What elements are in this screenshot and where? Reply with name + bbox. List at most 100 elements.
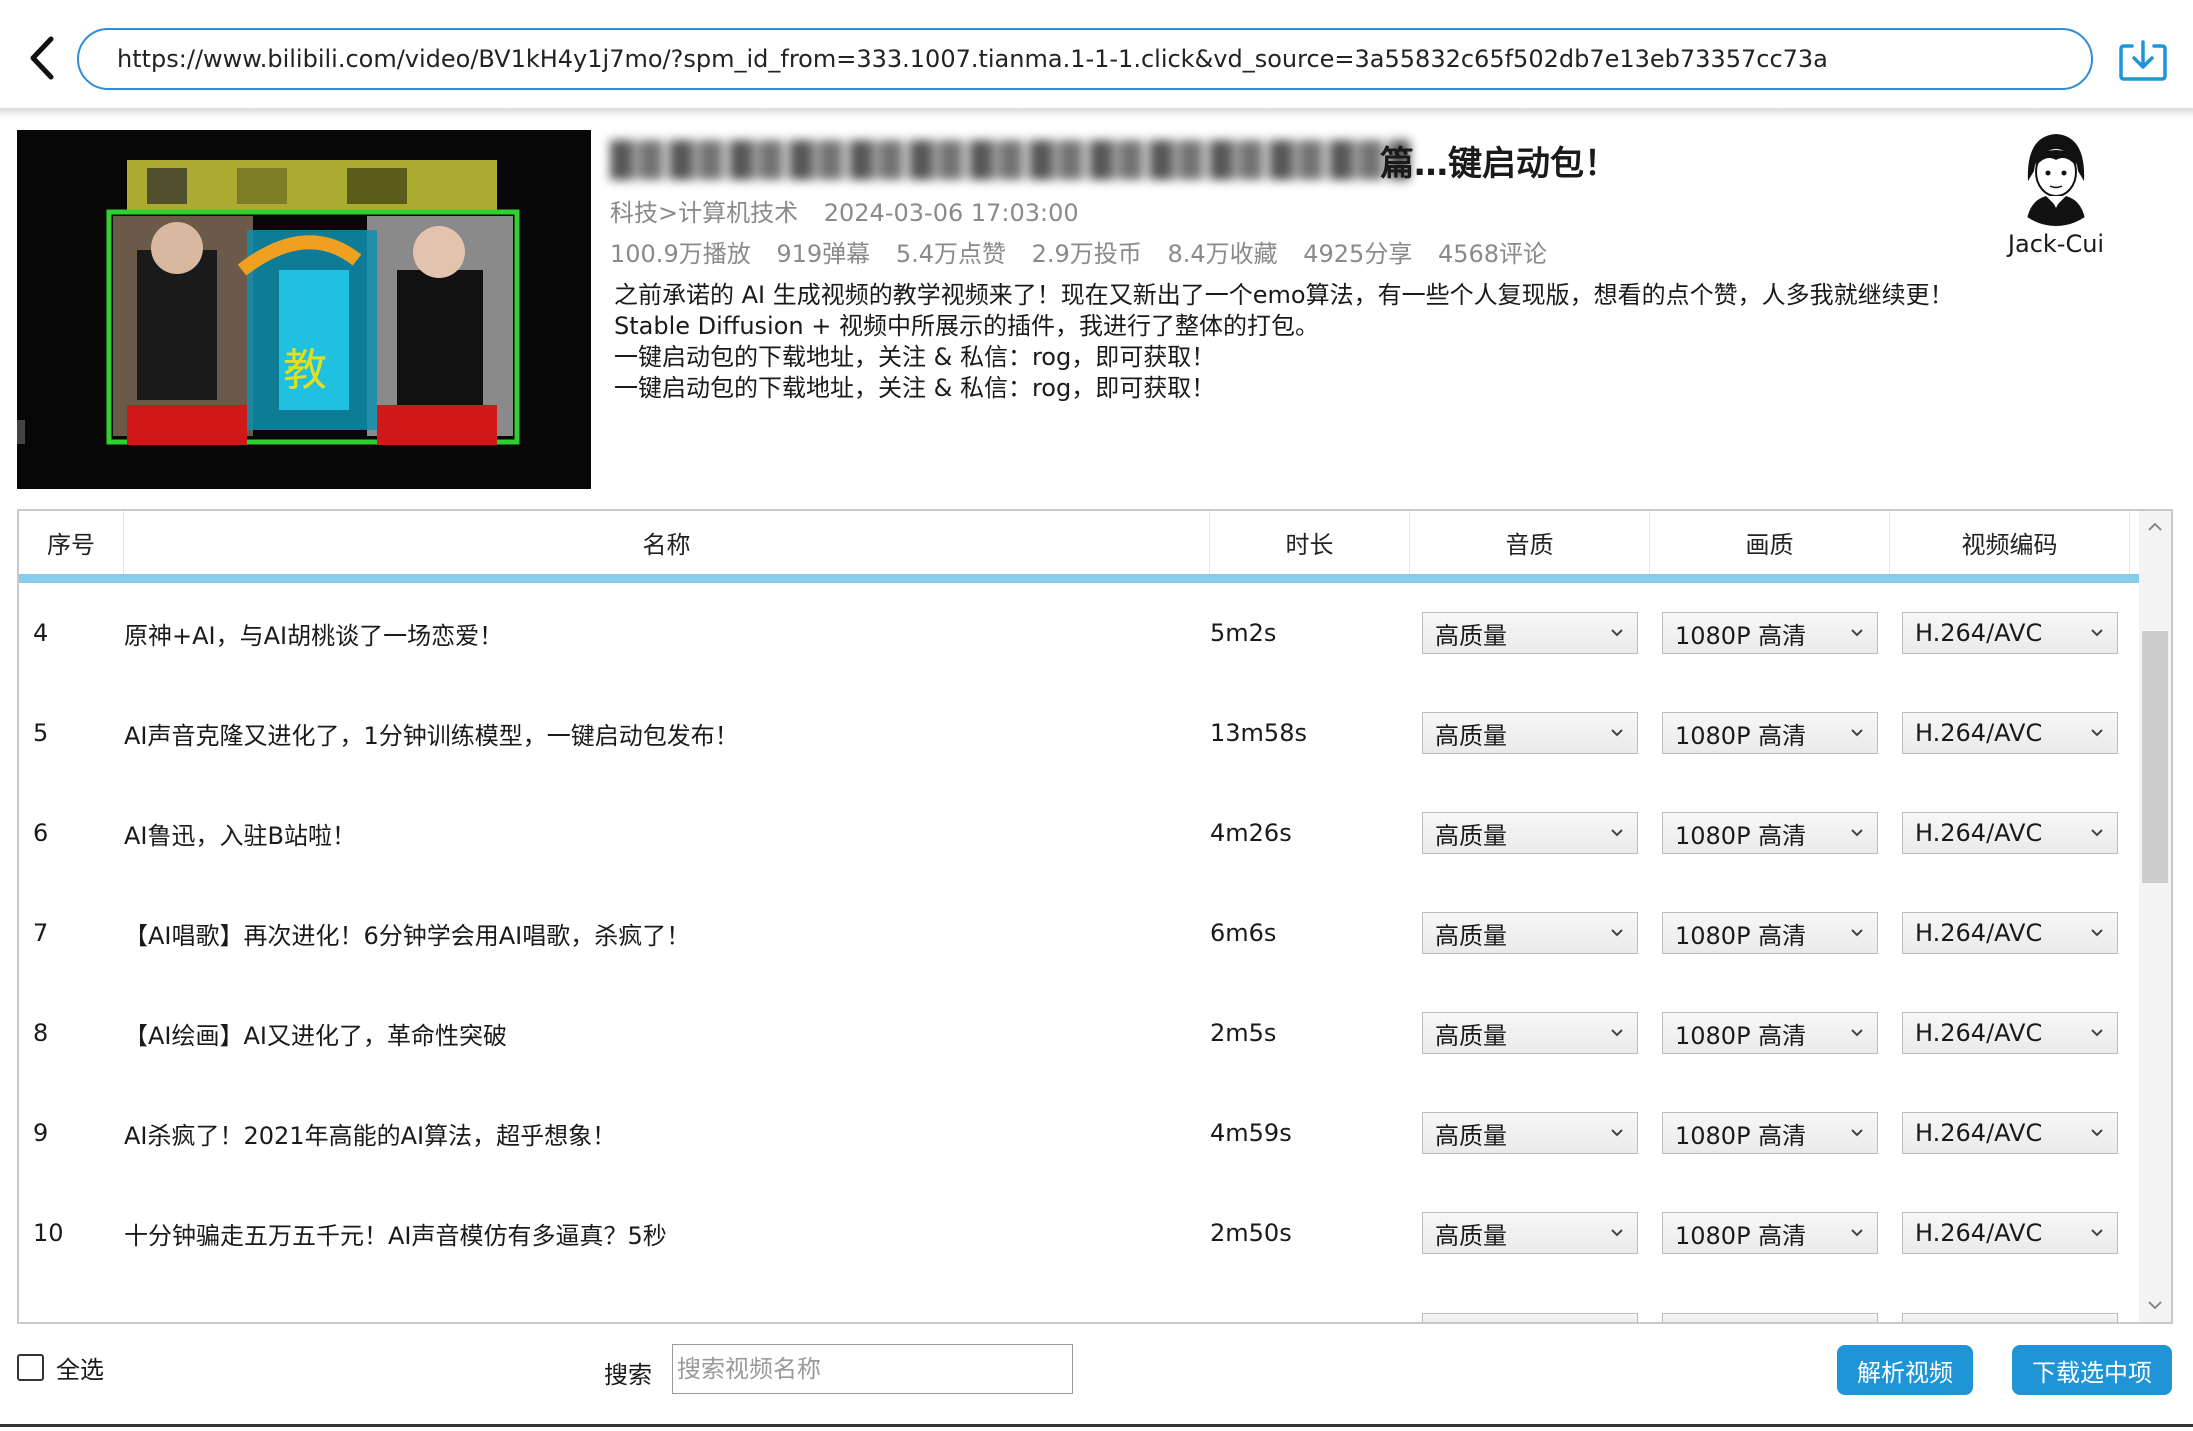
audio-value: 高质量	[1435, 921, 1507, 950]
author-card[interactable]: Jack-Cui	[1996, 126, 2116, 258]
audio-select[interactable]: 高质量	[1422, 712, 1638, 754]
quality-select[interactable]: 1080P 高清	[1662, 812, 1878, 854]
table-row[interactable]: 7 【AI唱歌】再次进化！6分钟学会用AI唱歌，杀疯了！ 6m6s 高质量 10…	[19, 883, 2139, 983]
table-header: 序号 名称 时长 音质 画质 视频编码	[19, 511, 2139, 574]
row-duration: 5m2s	[1210, 619, 1277, 647]
chevron-up-icon[interactable]	[2145, 519, 2165, 535]
audio-select[interactable]: 高质量	[1422, 812, 1638, 854]
video-meta-line: 科技>计算机技术 2024-03-06 17:03:00	[610, 193, 1097, 228]
audio-select[interactable]: 高质量	[1422, 1012, 1638, 1054]
row-duration: 2m50s	[1210, 1219, 1292, 1247]
chevron-down-icon	[1611, 729, 1623, 737]
top-bar-shadow	[0, 108, 2193, 118]
codec-select[interactable]: H.264/AVC	[1902, 612, 2118, 654]
table-body: 4 原神+AI，与AI胡桃谈了一场恋爱！ 5m2s 高质量 1080P 高清 H…	[19, 583, 2139, 1322]
back-button[interactable]	[20, 30, 64, 86]
chevron-down-icon	[1851, 829, 1863, 837]
stat-danmaku: 919弹幕	[776, 240, 871, 268]
column-header-audio[interactable]: 音质	[1410, 511, 1650, 574]
select-all-checkbox[interactable]: 全选	[17, 1350, 104, 1385]
audio-value: 高质量	[1435, 1121, 1507, 1150]
url-input[interactable]: https://www.bilibili.com/video/BV1kH4y1j…	[77, 28, 2093, 90]
video-stats: 100.9万播放 919弹幕 5.4万点赞 2.9万投币 8.4万收藏 4925…	[610, 234, 1565, 269]
codec-select[interactable]: H.264/AVC	[1902, 1012, 2118, 1054]
chevron-down-icon	[2091, 1029, 2103, 1037]
column-header-quality[interactable]: 画质	[1650, 511, 1890, 574]
table-row[interactable]: 8 【AI绘画】AI又进化了，革命性突破 2m5s 高质量 1080P 高清 H…	[19, 983, 2139, 1083]
row-name: 原神+AI，与AI胡桃谈了一场恋爱！	[124, 621, 504, 650]
chevron-down-icon	[2091, 1229, 2103, 1237]
thumbnail-image: 教	[17, 130, 591, 489]
stat-coins: 2.9万投币	[1031, 240, 1142, 268]
codec-select[interactable]	[1902, 1313, 2118, 1322]
quality-select[interactable]: 1080P 高清	[1662, 712, 1878, 754]
quality-value: 1080P 高清	[1675, 821, 1807, 850]
quality-select[interactable]: 1080P 高清	[1662, 1112, 1878, 1154]
row-name: AI杀疯了！2021年高能的AI算法，超乎想象！	[124, 1121, 617, 1150]
quality-value: 1080P 高清	[1675, 1021, 1807, 1050]
chevron-down-icon	[1611, 1129, 1623, 1137]
codec-value: H.264/AVC	[1915, 619, 2043, 647]
column-header-duration[interactable]: 时长	[1210, 511, 1410, 574]
codec-select[interactable]: H.264/AVC	[1902, 812, 2118, 854]
table-row[interactable]: 6 AI鲁迅，入驻B站啦！ 4m26s 高质量 1080P 高清 H.264/A…	[19, 783, 2139, 883]
codec-select[interactable]: H.264/AVC	[1902, 1112, 2118, 1154]
chevron-left-icon	[30, 36, 54, 80]
audio-select[interactable]: 高质量	[1422, 612, 1638, 654]
table-row[interactable]: 9 AI杀疯了！2021年高能的AI算法，超乎想象！ 4m59s 高质量 108…	[19, 1083, 2139, 1183]
codec-value: H.264/AVC	[1915, 1119, 2043, 1147]
download-selected-button[interactable]: 下载选中项	[2012, 1345, 2172, 1395]
quality-select[interactable]: 1080P 高清	[1662, 1212, 1878, 1254]
select-all-label: 全选	[56, 1356, 104, 1384]
chevron-down-icon	[2091, 829, 2103, 837]
chevron-down-icon[interactable]	[2145, 1297, 2165, 1313]
row-duration: 6m6s	[1210, 919, 1277, 947]
quality-select[interactable]: 1080P 高清	[1662, 912, 1878, 954]
codec-select[interactable]: H.264/AVC	[1902, 912, 2118, 954]
video-category: 科技>计算机技术	[610, 199, 799, 227]
vertical-scrollbar[interactable]	[2139, 511, 2171, 1322]
quality-select[interactable]: 1080P 高清	[1662, 1012, 1878, 1054]
row-index: 9	[33, 1119, 49, 1147]
audio-value: 高质量	[1435, 1221, 1507, 1250]
window-bottom-border	[0, 1424, 2193, 1427]
table-row[interactable]: 4 原神+AI，与AI胡桃谈了一场恋爱！ 5m2s 高质量 1080P 高清 H…	[19, 583, 2139, 683]
codec-select[interactable]: H.264/AVC	[1902, 712, 2118, 754]
top-bar: https://www.bilibili.com/video/BV1kH4y1j…	[0, 0, 2193, 110]
chevron-down-icon	[1611, 829, 1623, 837]
codec-value: H.264/AVC	[1915, 819, 2043, 847]
author-name[interactable]: Jack-Cui	[1996, 230, 2116, 258]
chevron-down-icon	[1611, 1029, 1623, 1037]
chevron-down-icon	[2091, 629, 2103, 637]
quality-select[interactable]: 1080P 高清	[1662, 612, 1878, 654]
table-row[interactable]: 10 十分钟骗走五万五千元！AI声音模仿有多逼真？5秒 2m50s 高质量 10…	[19, 1183, 2139, 1283]
row-index: 8	[33, 1019, 49, 1047]
table-row-partial[interactable]	[19, 1283, 2139, 1322]
quality-select[interactable]	[1662, 1313, 1878, 1322]
codec-select[interactable]: H.264/AVC	[1902, 1212, 2118, 1254]
search-input[interactable]	[672, 1344, 1073, 1394]
row-duration: 4m59s	[1210, 1119, 1292, 1147]
row-duration: 13m58s	[1210, 719, 1307, 747]
column-header-codec[interactable]: 视频编码	[1890, 511, 2130, 574]
parse-video-button[interactable]: 解析视频	[1837, 1345, 1973, 1395]
checkbox-box[interactable]	[17, 1354, 44, 1381]
audio-select[interactable]: 高质量	[1422, 1112, 1638, 1154]
column-header-name[interactable]: 名称	[124, 511, 1210, 574]
video-list-table: 序号 名称 时长 音质 画质 视频编码 4 原神+AI，与AI胡桃谈了一场恋爱！…	[17, 509, 2173, 1324]
avatar[interactable]	[2006, 126, 2106, 226]
audio-select[interactable]	[1422, 1313, 1638, 1322]
row-index: 7	[33, 919, 49, 947]
table-row[interactable]: 5 AI声音克隆又进化了，1分钟训练模型，一键启动包发布！ 13m58s 高质量…	[19, 683, 2139, 783]
stat-plays: 100.9万播放	[610, 240, 751, 268]
audio-select[interactable]: 高质量	[1422, 912, 1638, 954]
chevron-down-icon	[1851, 1129, 1863, 1137]
title-blurred-region	[610, 140, 1410, 180]
audio-select[interactable]: 高质量	[1422, 1212, 1638, 1254]
row-index: 6	[33, 819, 49, 847]
chevron-down-icon	[2091, 1129, 2103, 1137]
download-tray-button[interactable]	[2118, 36, 2168, 82]
row-index: 5	[33, 719, 49, 747]
scrollbar-thumb[interactable]	[2142, 631, 2168, 883]
column-header-index[interactable]: 序号	[19, 511, 124, 574]
